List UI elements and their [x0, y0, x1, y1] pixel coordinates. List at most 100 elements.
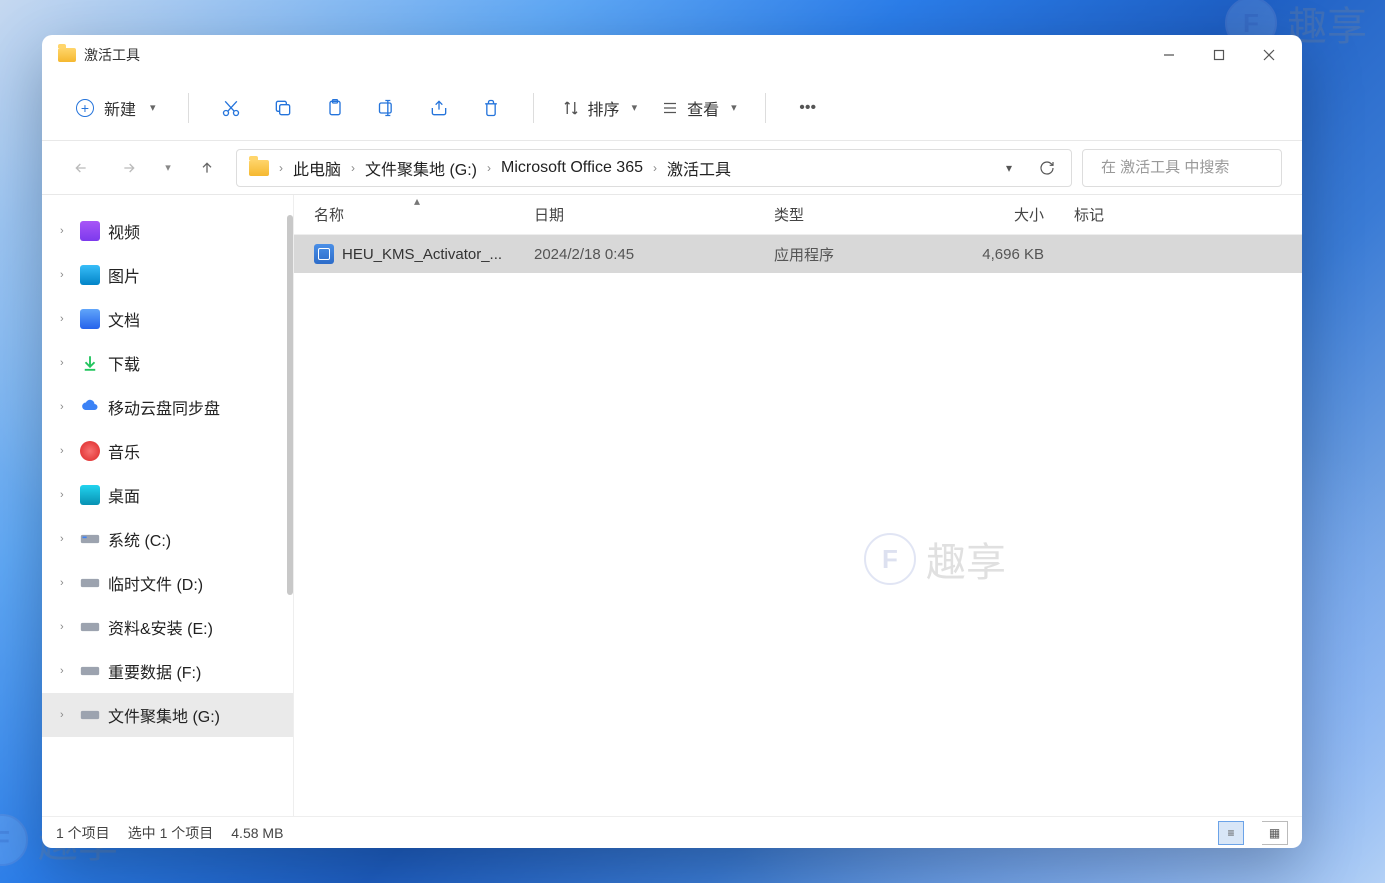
sort-button[interactable]: 排序 ▾ — [552, 90, 648, 126]
chevron-down-icon: ▾ — [632, 101, 638, 114]
sidebar-item-drive-e[interactable]: ›资料&安装 (E:) — [42, 605, 293, 649]
sidebar-item-videos[interactable]: ›视频 — [42, 209, 293, 253]
close-button[interactable] — [1244, 35, 1294, 75]
view-icon — [661, 99, 679, 117]
content-area: ›视频 ›图片 ›文档 ›下载 ›移动云盘同步盘 ›音乐 ›桌面 ›系统 (C:… — [42, 195, 1302, 816]
details-view-button[interactable]: ≡ — [1218, 821, 1244, 845]
sidebar-item-drive-d[interactable]: ›临时文件 (D:) — [42, 561, 293, 605]
view-button[interactable]: 查看 ▾ — [651, 90, 747, 126]
minimize-button[interactable] — [1144, 35, 1194, 75]
document-icon — [80, 309, 100, 329]
file-row[interactable]: HEU_KMS_Activator_... 2024/2/18 0:45 应用程… — [294, 235, 1302, 273]
column-header[interactable]: ▴ 名称 日期 类型 大小 标记 — [294, 195, 1302, 235]
toolbar: + 新建 ▾ 排序 ▾ 查看 ▾ ••• — [42, 75, 1302, 141]
column-name[interactable]: 名称 — [314, 204, 534, 225]
back-button[interactable] — [62, 149, 100, 187]
sidebar-item-label: 下载 — [108, 351, 140, 375]
cut-button[interactable] — [207, 85, 255, 131]
music-icon — [80, 441, 100, 461]
sidebar[interactable]: ›视频 ›图片 ›文档 ›下载 ›移动云盘同步盘 ›音乐 ›桌面 ›系统 (C:… — [42, 195, 294, 816]
view-label: 查看 — [687, 96, 719, 120]
sort-icon — [562, 99, 580, 117]
breadcrumb-drive[interactable]: 文件聚集地 (G:) — [359, 152, 483, 184]
sidebar-item-label: 文档 — [108, 307, 140, 331]
maximize-button[interactable] — [1194, 35, 1244, 75]
forward-button[interactable] — [110, 149, 148, 187]
search-input[interactable] — [1101, 159, 1300, 176]
sidebar-item-cloud[interactable]: ›移动云盘同步盘 — [42, 385, 293, 429]
chevron-right-icon: › — [60, 269, 72, 281]
sidebar-item-label: 临时文件 (D:) — [108, 571, 203, 595]
recent-dropdown[interactable]: ▾ — [158, 149, 178, 187]
download-icon — [80, 353, 100, 373]
breadcrumb-pc[interactable]: 此电脑 — [287, 152, 347, 184]
sidebar-item-pictures[interactable]: › 图片 — [42, 253, 293, 297]
status-count: 1 个项目 — [56, 823, 110, 843]
file-size: 4,696 KB — [954, 246, 1074, 263]
column-type[interactable]: 类型 — [774, 204, 954, 225]
separator — [188, 93, 189, 123]
new-label: 新建 — [104, 96, 136, 120]
breadcrumb-sep: › — [277, 161, 285, 175]
sidebar-item-downloads[interactable]: › 下载 — [42, 341, 293, 385]
breadcrumb-folder2[interactable]: 激活工具 — [661, 152, 737, 184]
chevron-down-icon: ▾ — [731, 101, 737, 114]
separator — [533, 93, 534, 123]
chevron-right-icon: › — [60, 357, 72, 369]
window-title: 激活工具 — [84, 45, 140, 65]
plus-circle-icon: + — [76, 99, 94, 117]
file-type: 应用程序 — [774, 244, 954, 265]
status-selected: 选中 1 个项目 — [128, 823, 214, 843]
sort-label: 排序 — [588, 96, 620, 120]
sidebar-item-label: 系统 (C:) — [108, 527, 171, 551]
refresh-button[interactable] — [1029, 150, 1065, 186]
search-box[interactable] — [1082, 149, 1282, 187]
sidebar-item-label: 重要数据 (F:) — [108, 659, 201, 683]
more-button[interactable]: ••• — [784, 85, 832, 131]
history-dropdown[interactable]: ▾ — [991, 150, 1027, 186]
watermark-center: F 趣享 — [864, 530, 1006, 588]
rename-button[interactable] — [363, 85, 411, 131]
breadcrumb-sep: › — [485, 161, 493, 175]
chevron-right-icon: › — [60, 709, 72, 721]
new-button[interactable]: + 新建 ▾ — [62, 90, 170, 126]
column-size[interactable]: 大小 — [954, 204, 1074, 225]
app-icon — [314, 244, 334, 264]
sidebar-item-label: 视频 — [108, 219, 140, 243]
sort-up-icon: ▴ — [414, 195, 420, 208]
drive-icon — [80, 617, 100, 637]
column-tag[interactable]: 标记 — [1074, 204, 1302, 225]
breadcrumb-folder1[interactable]: Microsoft Office 365 — [495, 155, 649, 181]
titlebar[interactable]: 激活工具 — [42, 35, 1302, 75]
sidebar-item-drive-f[interactable]: › 重要数据 (F:) — [42, 649, 293, 693]
sidebar-item-label: 桌面 — [108, 483, 140, 507]
sidebar-item-label: 移动云盘同步盘 — [108, 395, 220, 419]
sidebar-item-drive-c[interactable]: › 系统 (C:) — [42, 517, 293, 561]
file-date: 2024/2/18 0:45 — [534, 246, 774, 263]
sidebar-item-desktop[interactable]: ›桌面 — [42, 473, 293, 517]
up-button[interactable] — [188, 149, 226, 187]
sidebar-item-music[interactable]: ›音乐 — [42, 429, 293, 473]
paste-button[interactable] — [311, 85, 359, 131]
status-size: 4.58 MB — [231, 825, 283, 841]
sidebar-item-label: 文件聚集地 (G:) — [108, 703, 220, 727]
watermark-logo-icon: F — [0, 814, 28, 866]
column-date[interactable]: 日期 — [534, 204, 774, 225]
breadcrumb-sep: › — [349, 161, 357, 175]
sidebar-item-drive-g[interactable]: › 文件聚集地 (G:) — [42, 693, 293, 737]
icons-view-button[interactable]: ▦ — [1262, 821, 1288, 845]
address-bar[interactable]: › 此电脑 › 文件聚集地 (G:) › Microsoft Office 36… — [236, 149, 1072, 187]
copy-button[interactable] — [259, 85, 307, 131]
chevron-right-icon: › — [60, 533, 72, 545]
desktop-icon — [80, 485, 100, 505]
sidebar-item-label: 图片 — [108, 263, 140, 287]
sidebar-item-documents[interactable]: ›文档 — [42, 297, 293, 341]
breadcrumb-sep: › — [651, 161, 659, 175]
chevron-right-icon: › — [60, 665, 72, 677]
chevron-right-icon: › — [60, 621, 72, 633]
status-bar: 1 个项目 选中 1 个项目 4.58 MB ≡ ▦ — [42, 816, 1302, 848]
share-button[interactable] — [415, 85, 463, 131]
chevron-right-icon: › — [60, 445, 72, 457]
delete-button[interactable] — [467, 85, 515, 131]
chevron-down-icon: ▾ — [150, 101, 156, 114]
